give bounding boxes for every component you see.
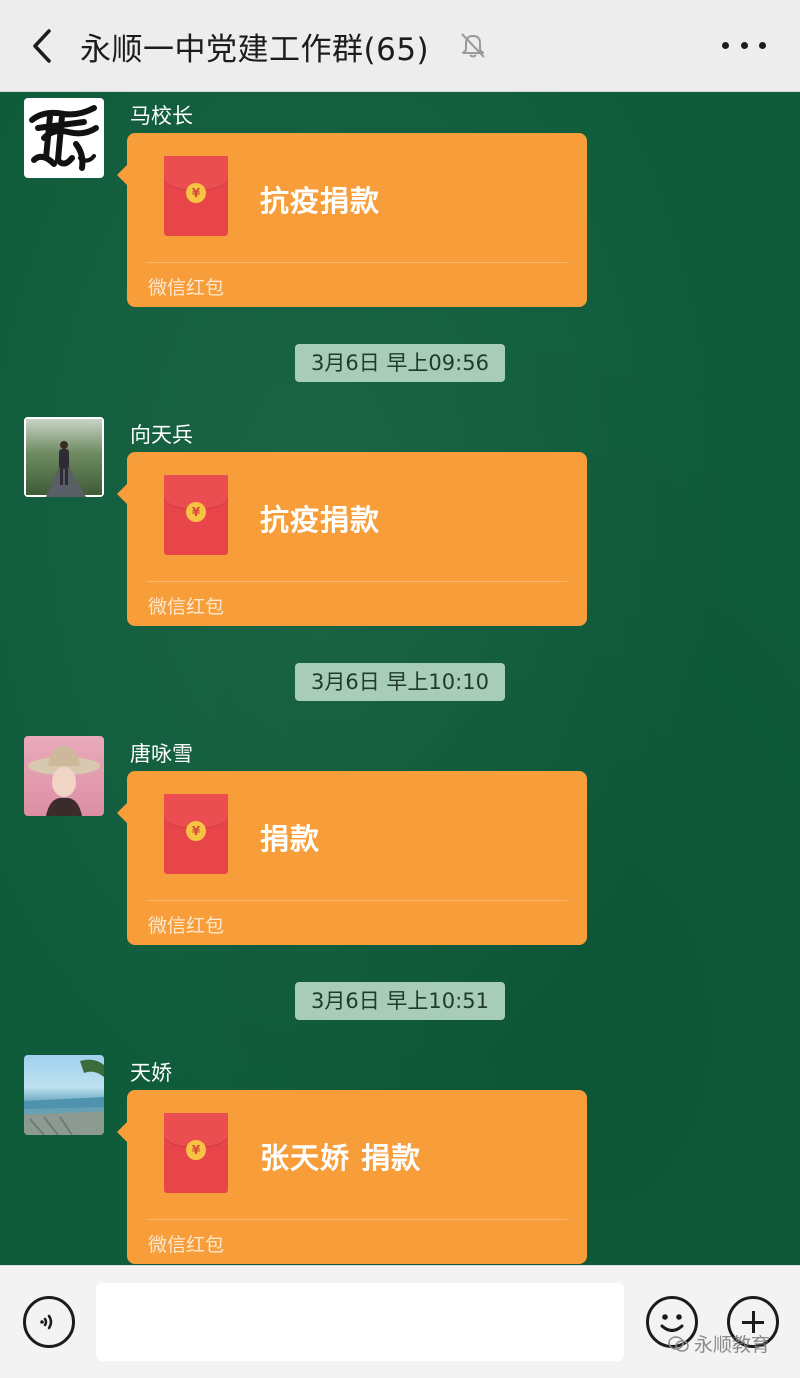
message-item: 唐咏雪 ¥ 捐款 微信红包 bbox=[0, 730, 800, 945]
message-item: 天娇 ¥ 张天娇 捐款 微信红包 bbox=[0, 1049, 800, 1264]
horse-calligraphy-avatar-image bbox=[29, 105, 99, 171]
chat-message-area[interactable]: 马校长 ¥ 抗疫捐款 微信红包 3月6日 早上09:56 向天兵 ¥ 抗疫捐款 … bbox=[0, 92, 800, 1265]
message-item: 向天兵 ¥ 抗疫捐款 微信红包 bbox=[0, 411, 800, 626]
timestamp: 3月6日 早上10:10 bbox=[295, 663, 505, 701]
red-envelope-icon: ¥ bbox=[164, 1113, 228, 1193]
red-packet-title: 捐款 bbox=[260, 822, 321, 856]
timestamp: 3月6日 早上10:51 bbox=[295, 982, 505, 1020]
coin-icon: ¥ bbox=[186, 183, 206, 203]
red-packet-label: 微信红包 bbox=[148, 915, 225, 937]
red-packet-bubble[interactable]: ¥ 捐款 微信红包 bbox=[117, 771, 587, 945]
input-toolbar bbox=[0, 1265, 800, 1378]
red-packet-bubble[interactable]: ¥ 抗疫捐款 微信红包 bbox=[117, 452, 587, 626]
red-packet-bubble[interactable]: ¥ 张天娇 捐款 微信红包 bbox=[117, 1090, 587, 1264]
sender-name: 唐咏雪 bbox=[130, 742, 193, 766]
divider bbox=[147, 1219, 567, 1220]
red-packet-title: 抗疫捐款 bbox=[260, 503, 381, 537]
red-packet-title: 抗疫捐款 bbox=[260, 184, 381, 218]
avatar[interactable] bbox=[24, 417, 104, 497]
red-envelope-icon: ¥ bbox=[164, 156, 228, 236]
red-envelope-icon: ¥ bbox=[164, 475, 228, 555]
divider bbox=[147, 900, 567, 901]
sender-name: 马校长 bbox=[130, 104, 193, 128]
red-packet-label: 微信红包 bbox=[148, 1234, 225, 1256]
person-photo-avatar-image bbox=[24, 417, 104, 497]
chat-title: 永顺一中党建工作群(65) bbox=[80, 31, 430, 68]
wechat-logo-icon bbox=[668, 1335, 689, 1352]
woman-hat-avatar-image bbox=[28, 746, 100, 816]
seaside-avatar-image bbox=[24, 1059, 104, 1135]
watermark: 永顺教育 bbox=[668, 1330, 770, 1357]
coin-icon: ¥ bbox=[186, 502, 206, 522]
bell-muted-icon bbox=[461, 33, 485, 58]
voice-icon bbox=[40, 1314, 53, 1330]
red-packet-label: 微信红包 bbox=[148, 277, 225, 299]
avatar[interactable] bbox=[24, 98, 104, 178]
ellipsis-icon bbox=[722, 41, 729, 49]
sender-name: 向天兵 bbox=[130, 423, 193, 447]
sender-name: 天娇 bbox=[130, 1061, 172, 1085]
watermark-text: 永顺教育 bbox=[694, 1334, 771, 1356]
coin-icon: ¥ bbox=[186, 821, 206, 841]
top-navigation-bar: 永顺一中党建工作群(65) bbox=[0, 0, 800, 92]
more-options-button[interactable] bbox=[722, 30, 766, 60]
red-packet-title: 张天娇 捐款 bbox=[260, 1141, 422, 1175]
divider bbox=[147, 262, 567, 263]
voice-input-button[interactable] bbox=[23, 1296, 75, 1348]
chevron-left-icon bbox=[33, 29, 51, 63]
coin-icon: ¥ bbox=[186, 1140, 206, 1160]
message-item: 马校长 ¥ 抗疫捐款 微信红包 bbox=[0, 92, 800, 307]
red-packet-label: 微信红包 bbox=[148, 596, 225, 618]
avatar[interactable] bbox=[24, 1055, 104, 1135]
red-packet-bubble[interactable]: ¥ 抗疫捐款 微信红包 bbox=[117, 133, 587, 307]
avatar[interactable] bbox=[24, 736, 104, 816]
divider bbox=[147, 581, 567, 582]
message-input[interactable] bbox=[96, 1283, 624, 1361]
back-button[interactable] bbox=[22, 24, 62, 68]
timestamp: 3月6日 早上09:56 bbox=[295, 344, 505, 382]
red-envelope-icon: ¥ bbox=[164, 794, 228, 874]
